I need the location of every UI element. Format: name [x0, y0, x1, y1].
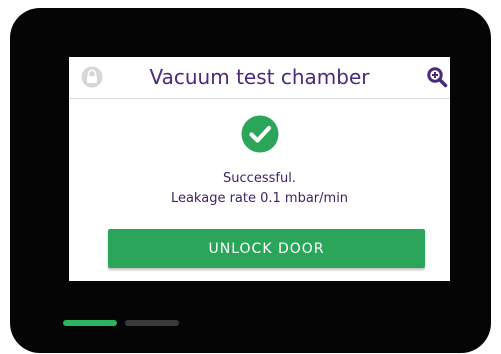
- page-indicator-inactive: [125, 320, 179, 326]
- zoom-icon[interactable]: [426, 66, 448, 88]
- check-circle-icon: [241, 115, 279, 153]
- header-bar: Vacuum test chamber: [69, 57, 450, 99]
- status-message: Successful.: [223, 171, 296, 186]
- page-indicator-active: [63, 320, 117, 326]
- display-screen: Vacuum test chamber Successful. Leakage …: [69, 57, 450, 281]
- lock-icon: [81, 66, 103, 88]
- leakage-rate-text: Leakage rate 0.1 mbar/min: [170, 191, 349, 206]
- page-title: Vacuum test chamber: [149, 65, 370, 89]
- unlock-door-button[interactable]: UNLOCK DOOR: [108, 229, 425, 268]
